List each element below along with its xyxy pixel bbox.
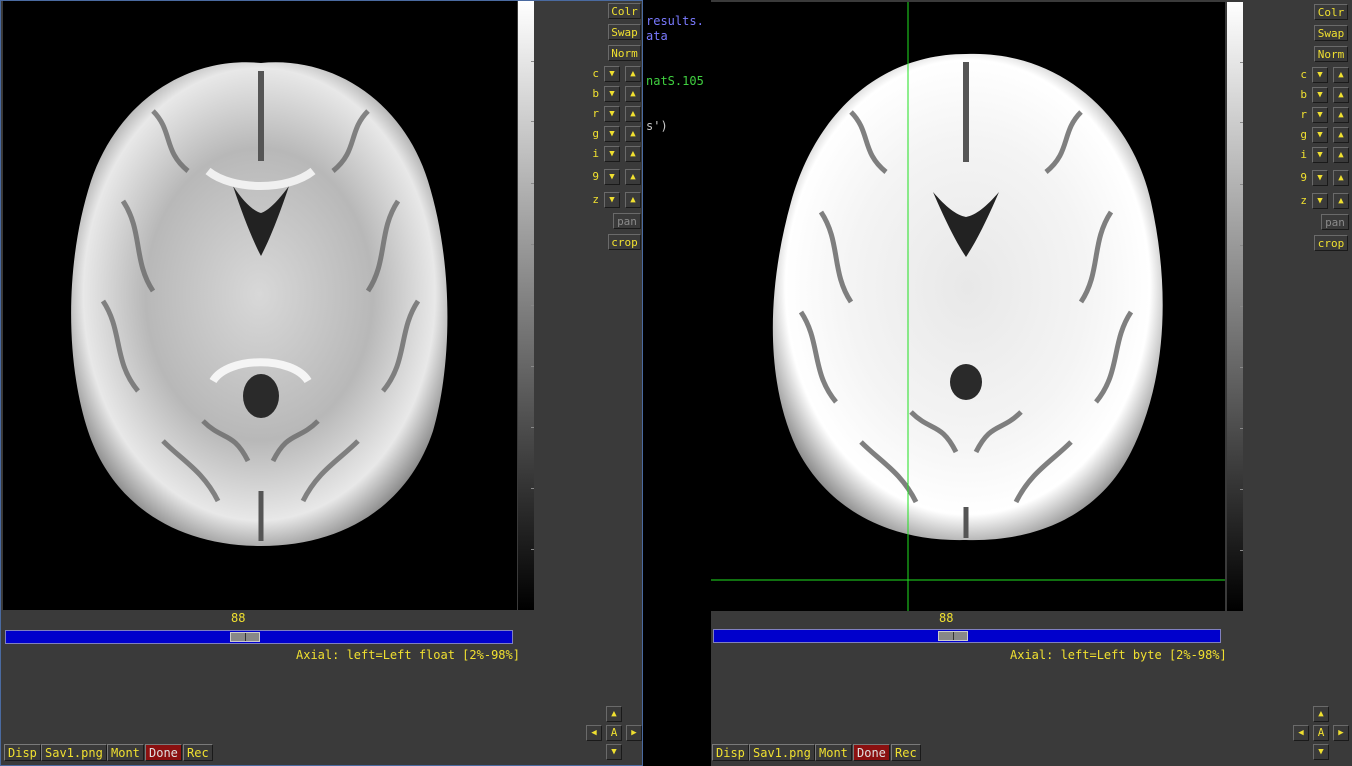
pan-button[interactable]: pan <box>1321 214 1349 230</box>
arrow-down-icon[interactable]: ▼ <box>1312 193 1328 209</box>
slider-thumb[interactable] <box>938 631 968 641</box>
slider-thumb[interactable] <box>230 632 260 642</box>
arrow-up-icon[interactable]: ▲ <box>1333 127 1349 143</box>
right-viewer-window: Colr Swap Norm c ▼ ▲ b ▼ ▲ r ▼ ▲ g ▼ ▲ i… <box>711 0 1352 766</box>
brain-slice-graphic <box>711 2 1225 611</box>
crop-button[interactable]: crop <box>1314 235 1348 251</box>
row-label-b: b <box>592 87 599 100</box>
swap-button[interactable]: Swap <box>1314 25 1348 41</box>
arrow-down-icon[interactable]: ▼ <box>1312 107 1328 123</box>
colorbar <box>518 1 534 610</box>
done-button[interactable]: Done <box>853 744 890 761</box>
terminal-line: results. <box>646 14 704 28</box>
arrow-up-icon[interactable]: ▲ <box>625 106 641 122</box>
pan-up-icon[interactable]: ▲ <box>1313 706 1329 722</box>
norm-button[interactable]: Norm <box>608 45 641 61</box>
pan-button[interactable]: pan <box>613 213 641 229</box>
disp-button[interactable]: Disp <box>4 744 41 761</box>
nav-center-button[interactable]: A <box>1313 725 1329 741</box>
orientation-info: Axial: left=Left byte [2%-98%] <box>1010 648 1227 662</box>
arrow-down-icon[interactable]: ▼ <box>1312 87 1328 103</box>
arrow-down-icon[interactable]: ▼ <box>604 86 620 102</box>
save-button[interactable]: Sav1.png <box>749 744 815 761</box>
crop-button[interactable]: crop <box>608 234 641 250</box>
arrow-up-icon[interactable]: ▲ <box>625 146 641 162</box>
slice-slider[interactable] <box>713 629 1221 643</box>
terminal-line: ata <box>646 29 668 43</box>
mont-button[interactable]: Mont <box>107 744 144 761</box>
pan-up-icon[interactable]: ▲ <box>606 706 622 722</box>
row-label-9: 9 <box>1300 171 1307 184</box>
arrow-down-icon[interactable]: ▼ <box>1312 170 1328 186</box>
slice-number: 88 <box>939 611 954 625</box>
brain-image-float[interactable] <box>3 1 517 610</box>
row-label-b: b <box>1300 88 1307 101</box>
pan-right-icon[interactable]: ▶ <box>1333 725 1349 741</box>
arrow-up-icon[interactable]: ▲ <box>625 192 641 208</box>
arrow-up-icon[interactable]: ▲ <box>1333 193 1349 209</box>
brain-slice-graphic <box>71 62 448 546</box>
arrow-up-icon[interactable]: ▲ <box>1333 87 1349 103</box>
arrow-down-icon[interactable]: ▼ <box>604 66 620 82</box>
brain-image-byte[interactable] <box>711 2 1225 611</box>
row-label-g: g <box>592 127 599 140</box>
arrow-up-icon[interactable]: ▲ <box>625 86 641 102</box>
row-label-r: r <box>1300 108 1307 121</box>
pan-down-icon[interactable]: ▼ <box>606 744 622 760</box>
mont-button[interactable]: Mont <box>815 744 852 761</box>
rec-button[interactable]: Rec <box>183 744 213 761</box>
slice-slider[interactable] <box>5 630 513 644</box>
row-label-c: c <box>592 67 599 80</box>
arrow-down-icon[interactable]: ▼ <box>604 192 620 208</box>
arrow-down-icon[interactable]: ▼ <box>604 126 620 142</box>
pan-down-icon[interactable]: ▼ <box>1313 744 1329 760</box>
colr-button[interactable]: Colr <box>1314 4 1348 20</box>
terminal-background: results. ata natS.105 s') <box>643 0 711 766</box>
row-label-z: z <box>592 193 599 206</box>
rec-button[interactable]: Rec <box>891 744 921 761</box>
pan-right-icon[interactable]: ▶ <box>626 725 642 741</box>
norm-button[interactable]: Norm <box>1314 46 1348 62</box>
pan-left-icon[interactable]: ◀ <box>586 725 602 741</box>
arrow-down-icon[interactable]: ▼ <box>1312 67 1328 83</box>
disp-button[interactable]: Disp <box>712 744 749 761</box>
save-button[interactable]: Sav1.png <box>41 744 107 761</box>
arrow-up-icon[interactable]: ▲ <box>1333 107 1349 123</box>
arrow-up-icon[interactable]: ▲ <box>625 66 641 82</box>
left-viewer-window: Colr Swap Norm c ▼ ▲ b ▼ ▲ r ▼ ▲ g ▼ ▲ i… <box>0 0 643 766</box>
row-label-g: g <box>1300 128 1307 141</box>
terminal-line: s') <box>646 119 668 133</box>
row-label-i: i <box>592 147 599 160</box>
arrow-down-icon[interactable]: ▼ <box>1312 127 1328 143</box>
row-label-z: z <box>1300 194 1307 207</box>
arrow-down-icon[interactable]: ▼ <box>1312 147 1328 163</box>
arrow-up-icon[interactable]: ▲ <box>1333 170 1349 186</box>
arrow-up-icon[interactable]: ▲ <box>625 169 641 185</box>
pan-left-icon[interactable]: ◀ <box>1293 725 1309 741</box>
arrow-down-icon[interactable]: ▼ <box>604 169 620 185</box>
row-label-r: r <box>592 107 599 120</box>
colorbar <box>1227 2 1243 611</box>
row-label-i: i <box>1300 148 1307 161</box>
slice-number: 88 <box>231 611 246 625</box>
colr-button[interactable]: Colr <box>608 3 641 19</box>
nav-center-button[interactable]: A <box>606 725 622 741</box>
arrow-up-icon[interactable]: ▲ <box>625 126 641 142</box>
orientation-info: Axial: left=Left float [2%-98%] <box>296 648 520 662</box>
row-label-c: c <box>1300 68 1307 81</box>
terminal-line: natS.105 <box>646 74 704 88</box>
arrow-down-icon[interactable]: ▼ <box>604 146 620 162</box>
arrow-up-icon[interactable]: ▲ <box>1333 147 1349 163</box>
row-label-9: 9 <box>592 170 599 183</box>
arrow-up-icon[interactable]: ▲ <box>1333 67 1349 83</box>
done-button[interactable]: Done <box>145 744 182 761</box>
arrow-down-icon[interactable]: ▼ <box>604 106 620 122</box>
swap-button[interactable]: Swap <box>608 24 641 40</box>
